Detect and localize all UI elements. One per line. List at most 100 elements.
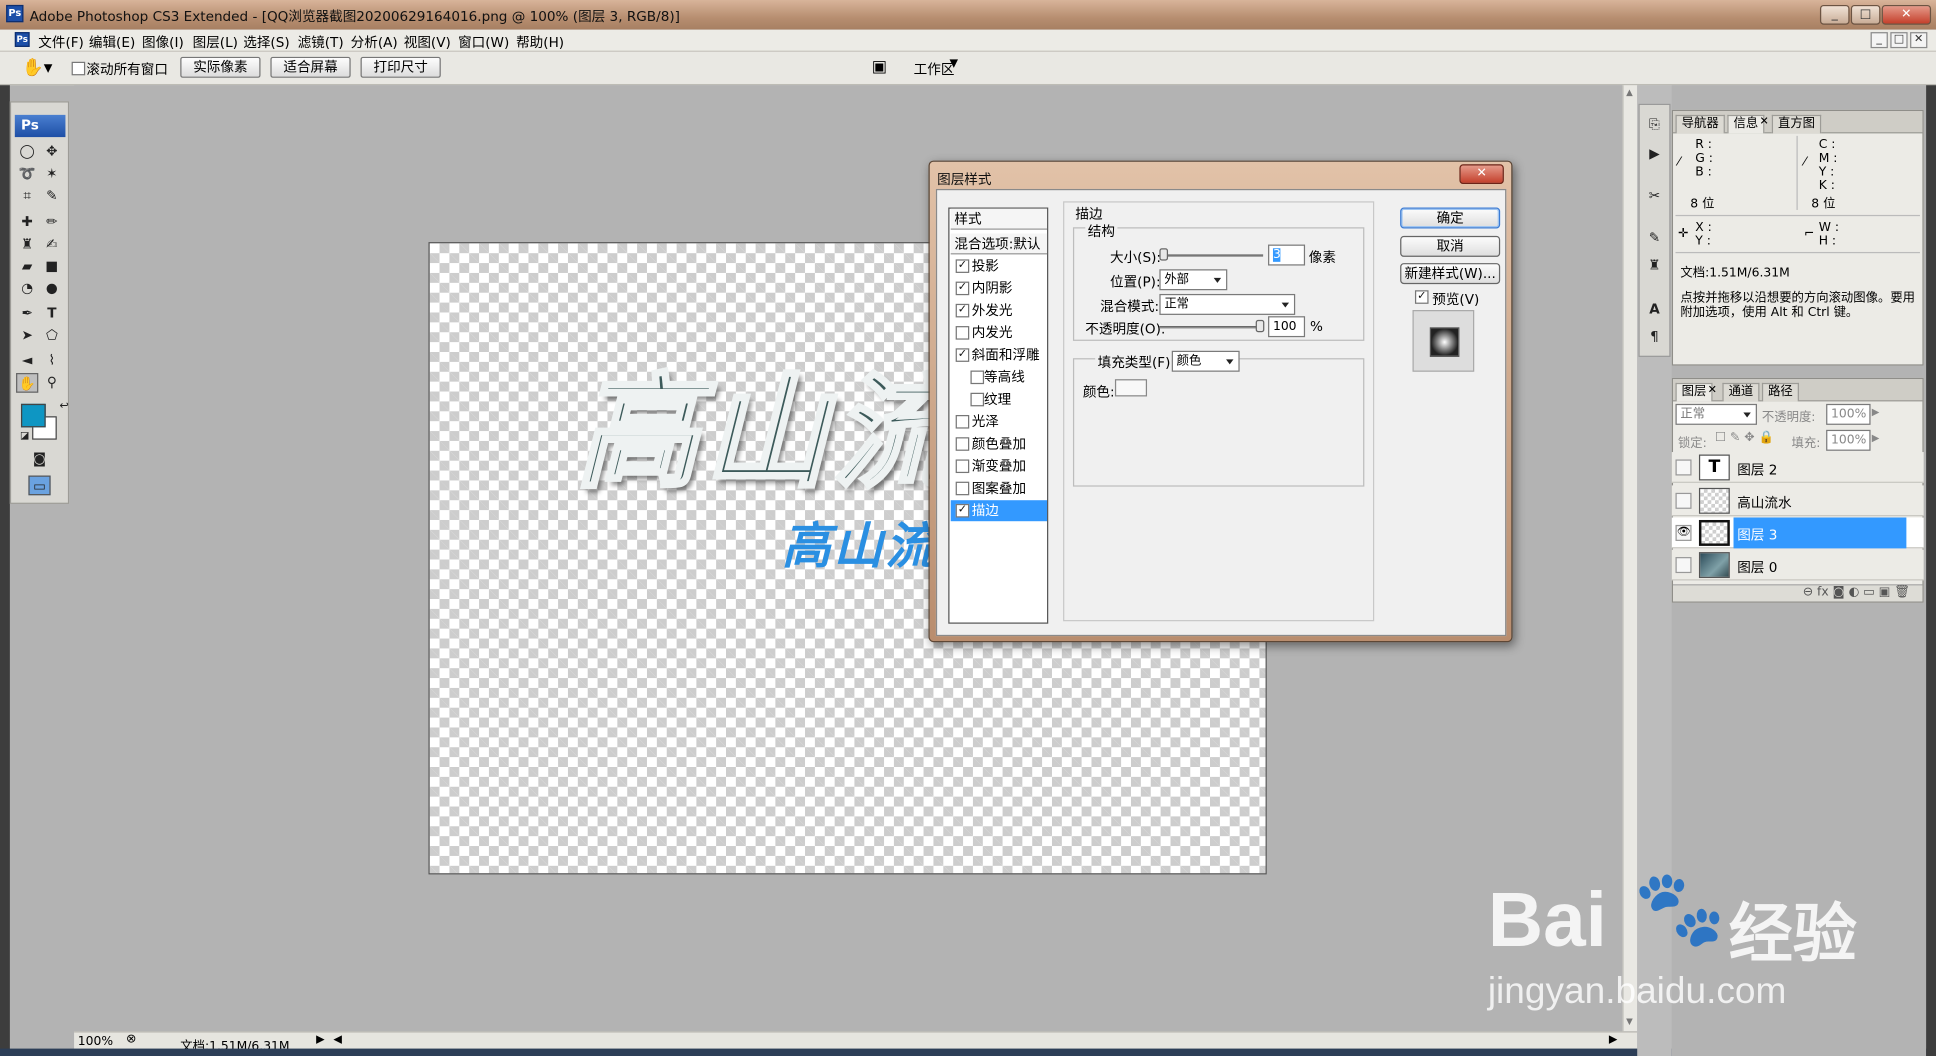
layers-tab-close-icon[interactable]: ✕	[1708, 384, 1717, 396]
layers-footer-icons[interactable]: ⊖ fx ◙ ◐ ▭ ▣ 🗑	[1673, 584, 1923, 602]
history-brush-tool-icon[interactable]: ✍	[41, 235, 63, 255]
ok-button[interactable]: 确定	[1400, 207, 1501, 229]
stroke-opacity-field[interactable]: 100	[1268, 316, 1306, 338]
print-size-button[interactable]: 打印尺寸	[360, 56, 441, 78]
doc-minimize-button[interactable]: _	[1870, 32, 1888, 49]
foreground-color-swatch-front[interactable]	[20, 403, 46, 428]
marquee-tool-icon[interactable]: ◯	[16, 142, 38, 162]
checkbox[interactable]	[970, 370, 985, 385]
healing-brush-tool-icon[interactable]: ✚	[16, 212, 38, 232]
style-item-texture[interactable]: 纹理	[951, 389, 1047, 410]
type-tool-icon[interactable]: T	[41, 304, 63, 324]
menu-analysis[interactable]: 分析(A)	[351, 32, 398, 52]
hand-tool-preset-icon[interactable]: ✋▾	[22, 58, 52, 78]
layer-row-3[interactable]: 图层 0	[1671, 549, 1924, 581]
scroll-down-icon[interactable]: ▼	[1626, 1016, 1633, 1026]
checkbox[interactable]: ✓	[955, 503, 970, 518]
style-item-drop-shadow[interactable]: ✓ 投影	[951, 256, 1047, 277]
checkbox[interactable]	[970, 392, 985, 407]
scroll-left-icon[interactable]: ◀	[333, 1034, 342, 1046]
actions-panel-icon[interactable]: ▶	[1643, 145, 1665, 165]
path-selection-tool-icon[interactable]: ➤	[16, 326, 38, 346]
style-item-pattern-overlay[interactable]: 图案叠加	[951, 478, 1047, 499]
checkbox[interactable]	[955, 437, 970, 451]
eraser-tool-icon[interactable]: ▰	[16, 257, 38, 277]
workspace-menu[interactable]: 工作区	[914, 59, 955, 79]
style-item-outer-glow[interactable]: ✓ 外发光	[951, 300, 1047, 321]
style-item-satin[interactable]: 光泽	[951, 411, 1047, 432]
scroll-all-checkbox[interactable]	[71, 61, 86, 76]
visibility-toggle[interactable]	[1675, 459, 1692, 476]
blending-options[interactable]: 混合选项:默认	[950, 233, 1048, 255]
actual-pixels-button[interactable]: 实际像素	[180, 56, 261, 78]
eyedropper-tool-icon[interactable]: ⌇	[41, 351, 63, 371]
menu-select[interactable]: 选择(S)	[243, 32, 289, 52]
tool-presets-icon[interactable]: ✂	[1643, 187, 1665, 207]
stroke-color-swatch[interactable]	[1114, 379, 1148, 397]
lock-icons[interactable]: ☐ ✎ ✥ 🔒	[1715, 431, 1774, 445]
pen-tool-icon[interactable]: ✒	[16, 304, 38, 324]
checkbox[interactable]	[955, 414, 970, 429]
style-item-gradient-overlay[interactable]: 渐变叠加	[951, 456, 1047, 477]
brushes-panel-icon[interactable]: ✎	[1643, 228, 1665, 248]
chevron-down-icon[interactable]: ▼	[949, 58, 958, 70]
close-button[interactable]: ✕	[1881, 4, 1932, 25]
checkbox[interactable]	[955, 481, 970, 496]
stroke-blend-select[interactable]: 正常	[1159, 293, 1296, 315]
checkbox[interactable]: ✓	[955, 348, 970, 362]
fill-type-select[interactable]: 颜色	[1171, 350, 1240, 372]
opacity-arrow-icon[interactable]: ▶	[1872, 406, 1880, 417]
zoom-tool-icon[interactable]: ⚲	[41, 373, 63, 393]
new-style-button[interactable]: 新建样式(W)...	[1400, 263, 1501, 285]
opacity-slider[interactable]	[1159, 326, 1264, 329]
opacity-slider-knob[interactable]	[1255, 319, 1265, 333]
dodge-tool-icon[interactable]: ●	[41, 279, 63, 299]
menu-layer[interactable]: 图层(L)	[193, 32, 238, 52]
style-item-stroke[interactable]: ✓ 描边	[950, 500, 1048, 522]
doc-close-button[interactable]: ✕	[1910, 32, 1928, 49]
size-field[interactable]: 3	[1268, 244, 1306, 266]
vertical-scrollbar[interactable]: ▲ ▼	[1622, 85, 1638, 1032]
menu-edit[interactable]: 编辑(E)	[89, 32, 135, 52]
fill-field[interactable]: 100%	[1826, 429, 1871, 451]
maximize-button[interactable]: □	[1850, 4, 1881, 25]
layer-row-1[interactable]: 高山流水	[1671, 485, 1924, 517]
layer-row-2[interactable]: 👁 图层 3	[1671, 517, 1924, 549]
scroll-up-icon[interactable]: ▲	[1626, 88, 1633, 98]
style-item-contour[interactable]: 等高线	[951, 367, 1047, 388]
clone-stamp-tool-icon[interactable]: ♜	[16, 235, 38, 255]
preview-checkbox[interactable]: ✓	[1414, 290, 1429, 304]
checkbox[interactable]	[955, 326, 970, 340]
notes-tool-icon[interactable]: ◄	[16, 351, 38, 371]
tab-histogram[interactable]: 直方图	[1771, 114, 1822, 134]
character-panel-icon[interactable]: A	[1643, 300, 1665, 320]
minimize-button[interactable]: _	[1819, 4, 1850, 25]
menu-image[interactable]: 图像(I)	[142, 32, 184, 52]
menu-window[interactable]: 窗口(W)	[458, 32, 509, 52]
tab-paths[interactable]: 路径	[1761, 382, 1799, 402]
style-item-color-overlay[interactable]: 颜色叠加	[951, 434, 1047, 455]
bridge-icon[interactable]: ▣	[872, 58, 887, 77]
menu-view[interactable]: 视图(V)	[404, 32, 451, 52]
size-slider[interactable]	[1159, 254, 1264, 257]
visibility-toggle[interactable]	[1675, 557, 1692, 574]
checkbox[interactable]: ✓	[955, 303, 970, 318]
styles-header[interactable]: 样式	[950, 208, 1048, 230]
visibility-toggle[interactable]	[1675, 492, 1692, 509]
style-item-inner-shadow[interactable]: ✓ 内阴影	[951, 278, 1047, 299]
move-tool-icon[interactable]: ✥	[41, 142, 63, 162]
tab-navigator[interactable]: 导航器	[1675, 114, 1725, 134]
cancel-button[interactable]: 取消	[1400, 235, 1501, 257]
brush-tool-icon[interactable]: ✏	[41, 212, 63, 232]
history-panel-icon[interactable]: ⎘	[1643, 115, 1665, 135]
style-item-bevel-emboss[interactable]: ✓ 斜面和浮雕	[951, 345, 1047, 366]
quick-mask-icon[interactable]: ◙	[28, 450, 50, 470]
position-select[interactable]: 外部	[1159, 269, 1228, 291]
slice-tool-icon[interactable]: ✎	[41, 187, 63, 207]
fill-arrow-icon[interactable]: ▶	[1872, 432, 1880, 443]
style-item-inner-glow[interactable]: 内发光	[951, 322, 1047, 343]
layer-row-0[interactable]: T 图层 2	[1671, 452, 1924, 483]
screen-mode-icon[interactable]: ▭	[28, 475, 51, 496]
checkbox[interactable]	[955, 459, 970, 474]
doc-restore-button[interactable]: □	[1890, 32, 1908, 49]
